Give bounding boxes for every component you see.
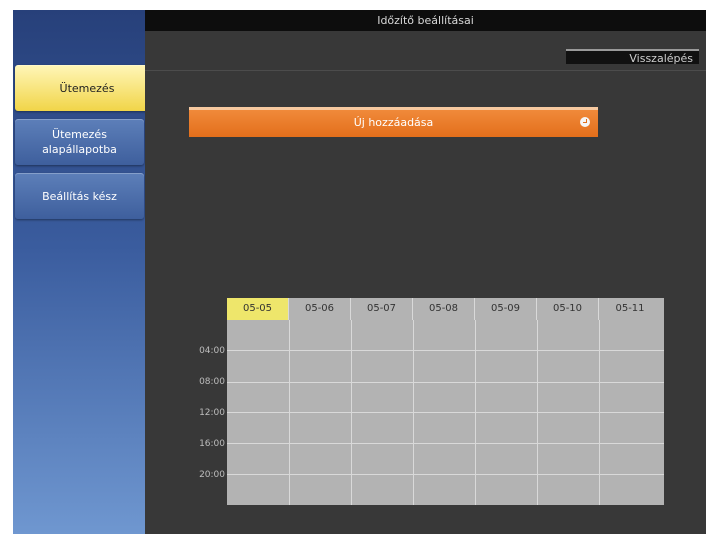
grid-line [227,350,664,351]
grid-line [227,443,664,444]
day-header-05-10[interactable]: 05-10 [537,298,599,320]
back-button[interactable]: Visszalépés [566,49,699,65]
add-new-button[interactable]: Új hozzáadása [189,107,598,137]
day-header-05-08[interactable]: 05-08 [413,298,475,320]
sidebar-item-schedule-reset[interactable]: Ütemezés alapállapotba [15,119,144,165]
time-label: 16:00 [199,439,225,449]
sidebar-item-label: Ütemezés [59,81,115,95]
main-panel: Időzítő beállításai Visszalépés Új hozzá… [145,10,706,534]
grid-line [227,412,664,413]
time-label: 04:00 [199,346,225,356]
day-header-05-05[interactable]: 05-05 [227,298,289,320]
schedule-grid[interactable]: 05-05 05-06 05-07 05-08 05-09 05-10 05-1… [227,298,664,505]
time-label: 20:00 [199,470,225,480]
divider [145,70,706,71]
window-title: Időzítő beállításai [145,10,706,31]
day-header-05-06[interactable]: 05-06 [289,298,351,320]
day-header-05-07[interactable]: 05-07 [351,298,413,320]
sidebar-item-label: Ütemezés alapállapotba [42,128,117,156]
time-label: 12:00 [199,408,225,418]
sidebar: Ütemezés Ütemezés alapállapotba Beállítá… [13,10,159,534]
day-header-05-09[interactable]: 05-09 [475,298,537,320]
grid-line [227,382,664,383]
add-new-label: Új hozzáadása [353,116,434,129]
enter-icon [580,117,590,127]
sidebar-item-schedule[interactable]: Ütemezés [15,65,159,111]
grid-line [227,474,664,475]
time-label: 08:00 [199,377,225,387]
sidebar-item-label: Beállítás kész [42,189,117,203]
day-header-05-11[interactable]: 05-11 [599,298,661,320]
sidebar-item-setup-done[interactable]: Beállítás kész [15,173,144,219]
